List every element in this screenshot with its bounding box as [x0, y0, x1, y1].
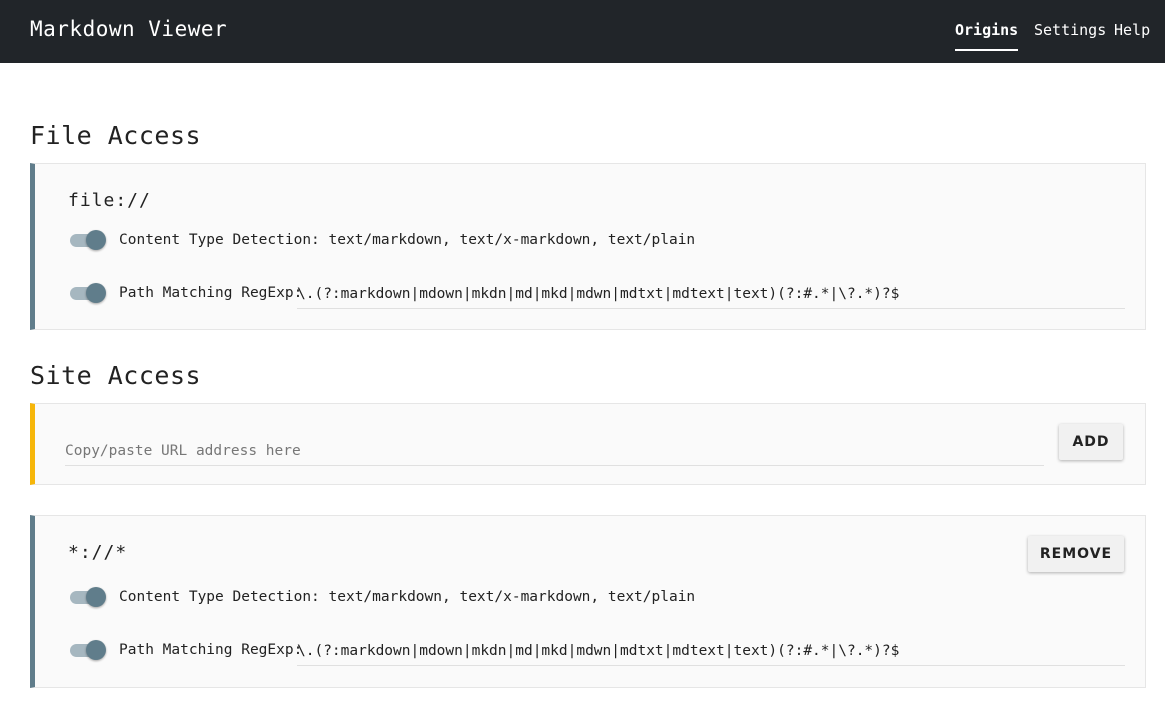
path-matching-regexp-input[interactable]: [297, 283, 1125, 309]
url-input[interactable]: [65, 440, 1044, 466]
file-access-card: file:// Content Type Detection: text/mar…: [30, 163, 1146, 330]
toggle-thumb: [86, 587, 106, 607]
nav-tab-origins[interactable]: Origins: [955, 21, 1019, 51]
path-matching-toggle[interactable]: [70, 640, 106, 660]
toggle-thumb: [86, 283, 106, 303]
path-matching-label: Path Matching RegExp:: [119, 285, 303, 301]
toggle-thumb: [86, 640, 106, 660]
path-matching-regexp-input[interactable]: [297, 640, 1125, 666]
origin-name: file://: [68, 190, 151, 211]
nav-tab-settings[interactable]: Settings: [1034, 21, 1106, 39]
file-access-heading: File Access: [30, 121, 202, 150]
path-matching-toggle[interactable]: [70, 283, 106, 303]
origin-card: *://* Remove Content Type Detection: tex…: [30, 515, 1146, 688]
content-type-label: Content Type Detection: text/markdown, t…: [119, 232, 696, 248]
origin-name: *://*: [68, 542, 128, 563]
content-type-toggle[interactable]: [70, 587, 106, 607]
app-title: Markdown Viewer: [30, 17, 228, 41]
content-type-toggle[interactable]: [70, 230, 106, 250]
content-type-label: Content Type Detection: text/markdown, t…: [119, 589, 696, 605]
remove-button[interactable]: Remove: [1028, 536, 1124, 572]
app-header: Markdown Viewer Origins Settings Help: [0, 0, 1165, 63]
path-matching-label: Path Matching RegExp:: [119, 642, 303, 658]
nav-tab-help[interactable]: Help: [1114, 21, 1150, 39]
toggle-thumb: [86, 230, 106, 250]
add-origin-card: Add: [30, 403, 1146, 485]
site-access-heading: Site Access: [30, 361, 202, 390]
add-button[interactable]: Add: [1059, 424, 1123, 460]
